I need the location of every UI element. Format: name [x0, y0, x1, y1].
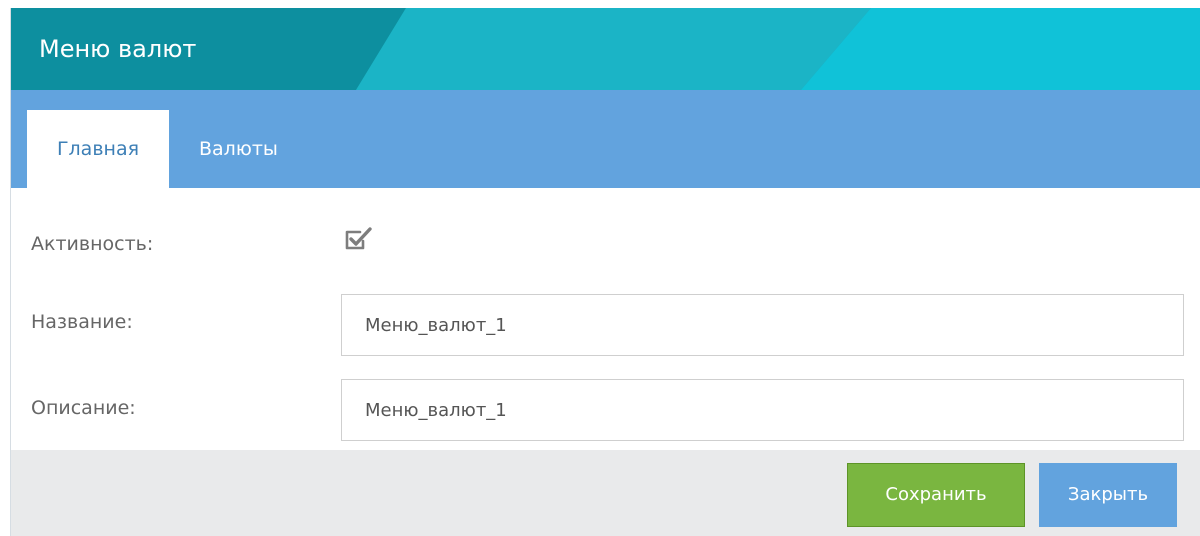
currency-menu-dialog: Меню валют Главная Валюты Активность: На… [10, 8, 1200, 536]
dialog-title: Меню валют [39, 35, 197, 63]
tab-main[interactable]: Главная [27, 110, 169, 188]
tab-currencies[interactable]: Валюты [199, 110, 319, 188]
description-label: Описание: [31, 397, 136, 419]
dialog-header: Меню валют [11, 8, 1200, 90]
active-checkbox[interactable] [343, 226, 373, 254]
name-label: Название: [31, 311, 133, 333]
name-input[interactable] [341, 294, 1184, 356]
dialog-footer: Сохранить Закрыть [11, 450, 1200, 536]
tab-bar: Главная Валюты [11, 90, 1200, 188]
checkbox-checked-icon [345, 227, 372, 250]
active-label: Активность: [31, 233, 154, 255]
save-button[interactable]: Сохранить [847, 463, 1025, 527]
description-input[interactable] [341, 379, 1184, 441]
close-button[interactable]: Закрыть [1039, 463, 1177, 527]
settings-form: Активность: Название: Описание: [11, 188, 1200, 450]
